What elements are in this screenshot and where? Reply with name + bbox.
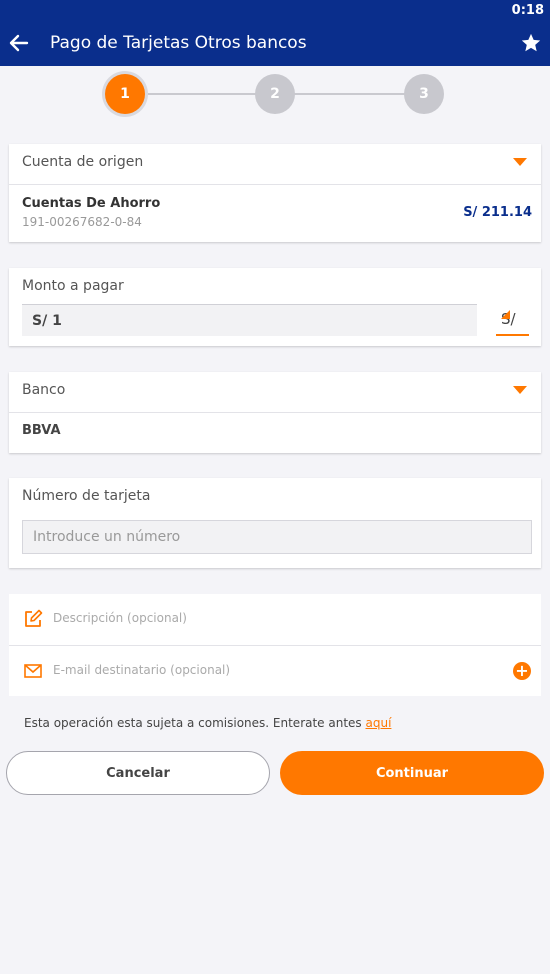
- chevron-down-icon[interactable]: [513, 386, 527, 394]
- email-placeholder: E-mail destinatario (opcional): [53, 663, 231, 677]
- stepper-line: [294, 93, 406, 95]
- edit-icon: [23, 609, 43, 629]
- bank-value: BBVA: [22, 423, 61, 438]
- card-number-label: Número de tarjeta: [22, 488, 151, 504]
- amount-value: S/ 1: [32, 313, 62, 329]
- origin-account-card[interactable]: Cuenta de origen Cuentas De Ahorro 191-0…: [9, 144, 541, 242]
- amount-label: Monto a pagar: [22, 278, 124, 294]
- card-number-card: Número de tarjeta: [9, 478, 541, 568]
- continue-button[interactable]: Continuar: [280, 751, 544, 795]
- bank-label: Banco: [22, 382, 66, 398]
- page-title: Pago de Tarjetas Otros bancos: [50, 33, 307, 53]
- star-icon[interactable]: [520, 31, 542, 55]
- plus-icon[interactable]: +: [513, 662, 531, 680]
- currency-selector[interactable]: S/: [496, 308, 529, 336]
- divider: [9, 412, 541, 413]
- optional-fields-card: Descripción (opcional) E-mail destinatar…: [9, 594, 541, 696]
- dropdown-corner-icon: [501, 310, 510, 319]
- back-arrow-icon[interactable]: [8, 30, 30, 56]
- description-row[interactable]: Descripción (opcional): [9, 594, 541, 644]
- step-1: 1: [105, 74, 145, 114]
- origin-account-label: Cuenta de origen: [22, 154, 144, 170]
- status-bar: 0:18: [0, 0, 550, 22]
- notice-link[interactable]: aquí: [366, 716, 392, 730]
- cancel-button[interactable]: Cancelar: [6, 751, 270, 795]
- step-2: 2: [255, 74, 295, 114]
- account-name: Cuentas De Ahorro: [22, 196, 161, 211]
- amount-card: Monto a pagar S/ 1 S/: [9, 268, 541, 346]
- account-number: 191-00267682-0-84: [22, 215, 142, 229]
- mail-icon: [23, 661, 43, 681]
- account-balance: S/ 211.14: [463, 205, 532, 220]
- email-row[interactable]: E-mail destinatario (opcional) +: [9, 646, 541, 696]
- card-number-input[interactable]: [22, 520, 532, 554]
- step-3: 3: [404, 74, 444, 114]
- bank-card[interactable]: Banco BBVA: [9, 372, 541, 453]
- stepper-line: [144, 93, 256, 95]
- app-bar: Pago de Tarjetas Otros bancos: [0, 22, 550, 66]
- notice-text: Esta operación esta sujeta a comisiones.…: [24, 716, 366, 730]
- description-placeholder: Descripción (opcional): [53, 611, 187, 625]
- chevron-down-icon[interactable]: [513, 158, 527, 166]
- commission-notice: Esta operación esta sujeta a comisiones.…: [24, 716, 391, 730]
- divider: [9, 184, 541, 185]
- amount-field[interactable]: S/ 1: [22, 304, 477, 336]
- progress-stepper: 1 2 3: [0, 72, 550, 118]
- status-time: 0:18: [511, 3, 544, 18]
